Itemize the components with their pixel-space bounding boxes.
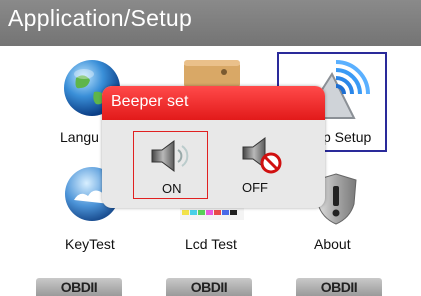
obd-button-1[interactable]: OBDII (36, 278, 122, 296)
beeper-off-option[interactable]: OFF (227, 131, 302, 199)
beeper-off-label: OFF (242, 180, 268, 195)
menu-label-setup: p Setup (323, 129, 372, 145)
menu-label-language: Langu (60, 129, 99, 145)
speaker-off-icon (239, 137, 285, 175)
beeper-on-option[interactable]: ON (133, 131, 208, 199)
page-title: Application/Setup (8, 5, 193, 31)
popup-title-bar: Beeper set (102, 86, 325, 120)
beeper-on-label: ON (162, 181, 182, 196)
obd-button-2[interactable]: OBDII (166, 278, 252, 296)
function-bar: OBDII OBDII OBDII (0, 278, 421, 296)
beeper-popup: Beeper set ON OFF (102, 86, 325, 208)
menu-label-keytest: KeyTest (65, 236, 115, 252)
obd-button-label: OBDII (320, 279, 358, 295)
obd-button-label: OBDII (190, 279, 228, 295)
tool-board-icon[interactable] (182, 56, 242, 90)
speaker-on-icon (148, 138, 194, 174)
menu-label-about: About (314, 236, 351, 252)
menu-label-lcd-test: Lcd Test (185, 236, 237, 252)
obd-button-label: OBDII (60, 279, 98, 295)
popup-title: Beeper set (111, 93, 189, 110)
obd-button-3[interactable]: OBDII (296, 278, 382, 296)
title-bar: Application/Setup (0, 0, 421, 46)
